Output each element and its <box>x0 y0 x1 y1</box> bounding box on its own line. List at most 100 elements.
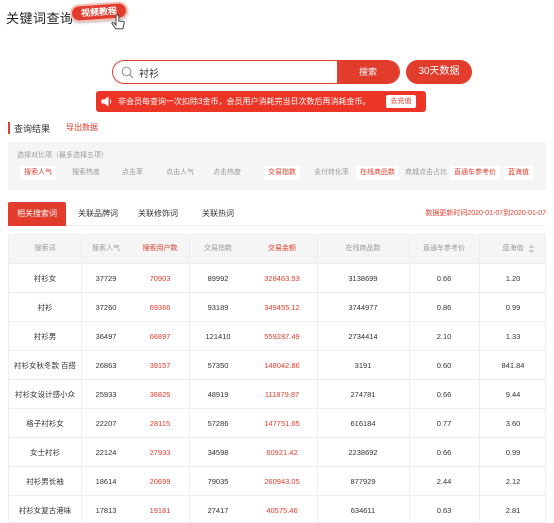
table-cell: 260943.05 <box>264 477 300 486</box>
search-bar: 搜索 <box>112 60 400 84</box>
table-cell: 70903 <box>149 274 171 283</box>
table-cell: 3744977 <box>348 303 378 312</box>
notice-banner: 非会员每查询一次扣除3金币，会员用户消耗完当日次数后再消耗金币。 去充值 <box>96 91 426 112</box>
compare-chip[interactable]: 在线商品数 <box>356 166 399 180</box>
table-cell: 37729 <box>95 274 117 283</box>
export-data-link[interactable]: 导出数据 <box>66 122 98 133</box>
compare-chip[interactable]: 搜索人气 <box>20 166 56 180</box>
table-cell: 559287.49 <box>264 332 300 341</box>
hand-cursor-icon <box>111 14 125 30</box>
column-header[interactable]: 直通车参考价 <box>409 235 479 263</box>
table-cell: 48919 <box>207 390 229 399</box>
table-cell: 36825 <box>149 390 171 399</box>
compare-chips: 搜索人气 搜索热度 点击率 点击人气 点击热度 交易指数 支付转化率 在线商品数… <box>20 166 540 180</box>
table-cell: 121410 <box>205 332 231 341</box>
table-cell: 0.60 <box>436 361 452 370</box>
column-header[interactable]: 交易金额 <box>247 235 317 263</box>
table-cell: 2238692 <box>348 448 378 457</box>
table-row[interactable]: 女士衬衫 22124 27933 34598 60921.42 2238692 0.66 0.… <box>9 437 545 466</box>
compare-hint: 选择对比项（最多选择五项） <box>17 152 108 159</box>
keyword-table: 搜索词 搜索人气 搜索用户数 交易指数 交易金额 在线商品数 直通车参考价 蓝海… <box>8 234 546 523</box>
column-header[interactable]: 交易指数 <box>189 235 247 263</box>
table-row[interactable]: 衬衫 37260 69366 93189 349455.12 3744977 0.86 0.9… <box>9 292 545 321</box>
table-header: 搜索词 搜索人气 搜索用户数 交易指数 交易金额 在线商品数 直通车参考价 蓝海… <box>9 235 545 263</box>
table-cell: 37260 <box>95 303 117 312</box>
result-title: 查询结果 <box>14 124 51 134</box>
notice-text: 非会员每查询一次扣除3金币，会员用户消耗完当日次数后再消耗金币。 <box>118 97 371 106</box>
search-icon <box>121 66 134 79</box>
table-cell: 19181 <box>149 506 171 515</box>
table-cell: 0.99 <box>505 448 521 457</box>
table-cell: 3191 <box>354 361 372 370</box>
table-row[interactable]: 衬衫女设计感小众 25933 36825 48919 111879.87 274781 0.… <box>9 379 545 408</box>
table-cell: 27933 <box>149 448 171 457</box>
table-cell: 20699 <box>149 477 171 486</box>
column-divider <box>317 235 318 522</box>
keyword-cell: 衬衫女秋冬款 百搭 <box>13 361 77 370</box>
table-cell: 22207 <box>95 419 117 428</box>
table-row[interactable]: 格子衬衫女 22207 28115 57286 147751.65 616184 0.77 3… <box>9 408 545 437</box>
recharge-button[interactable]: 去充值 <box>386 95 416 108</box>
keyword-cell: 衬衫 <box>37 303 53 312</box>
table-cell: 39157 <box>149 361 171 370</box>
table-cell: 0.77 <box>436 419 452 428</box>
compare-chip[interactable]: 支付转化率 <box>310 166 353 180</box>
table-cell: 328463.53 <box>264 274 300 283</box>
table-row[interactable]: 衬衫女秋冬款 百搭 26863 39157 57350 148042.86 3191 0.6… <box>9 350 545 379</box>
compare-chip[interactable]: 直通车参考价 <box>450 166 500 180</box>
table-cell: 616184 <box>350 419 376 428</box>
table-row[interactable]: 衬衫女 37729 70903 89992 328463.53 3138699 0.66 1.… <box>9 263 545 292</box>
tab-brand-words[interactable]: 关联品牌词 <box>70 202 126 226</box>
column-header[interactable]: 搜索人气 <box>81 235 131 263</box>
column-header[interactable]: 在线商品数 <box>317 235 409 263</box>
table-cell: 2.44 <box>436 477 452 486</box>
table-row[interactable]: 衬衫男 36497 66897 121410 559287.49 2734414 2.10 1… <box>9 321 545 350</box>
tab-hot-words[interactable]: 关联热词 <box>190 202 246 226</box>
column-header[interactable]: 搜索词 <box>9 235 81 263</box>
keyword-cell: 衬衫女设计感小众 <box>15 390 75 399</box>
table-cell: 57350 <box>207 361 229 370</box>
table-cell: 349455.12 <box>264 303 300 312</box>
table-cell: 60921.42 <box>266 448 298 457</box>
compare-chip[interactable]: 点击率 <box>118 166 147 180</box>
table-row[interactable]: 衬衫男长袖 18614 20699 79035 260943.05 877929 2.44 2… <box>9 466 545 495</box>
table-cell: 274781 <box>350 390 376 399</box>
table-cell: 18614 <box>95 477 117 486</box>
table-cell: 2734414 <box>348 332 378 341</box>
table-cell: 2.12 <box>505 477 521 486</box>
sort-icon[interactable] <box>528 244 535 254</box>
compare-chip[interactable]: 商城点击占比 <box>401 166 451 180</box>
tab-related-search[interactable]: 相关搜索词 <box>8 202 66 226</box>
compare-chip[interactable]: 点击热度 <box>209 166 245 180</box>
table-cell: 27417 <box>207 506 229 515</box>
compare-chip[interactable]: 点击人气 <box>162 166 198 180</box>
thirty-day-data-button[interactable]: 30天数据 <box>406 60 472 84</box>
table-cell: 1.20 <box>505 274 521 283</box>
table-cell: 26863 <box>95 361 117 370</box>
column-header[interactable]: 蓝海值 <box>479 235 545 263</box>
page-title: 关键词查询 <box>6 11 74 26</box>
tab-modifier-words[interactable]: 关联修饰词 <box>130 202 186 226</box>
keyword-cell: 衬衫男长袖 <box>26 477 64 486</box>
keyword-cell: 衬衫女复古港味 <box>18 506 72 515</box>
table-cell: 147751.65 <box>264 419 300 428</box>
top-bar: 关键词查询 视频教程 <box>0 0 554 36</box>
table-cell: 2.10 <box>436 332 452 341</box>
table-cell: 34598 <box>207 448 229 457</box>
table-cell: 25933 <box>95 390 117 399</box>
compare-panel: 选择对比项（最多选择五项） 搜索人气 搜索热度 点击率 点击人气 点击热度 交易… <box>8 142 546 190</box>
search-input[interactable] <box>139 61 349 83</box>
keyword-cell: 女士衬衫 <box>30 448 60 457</box>
table-cell: 89992 <box>207 274 229 283</box>
compare-chip[interactable]: 搜索热度 <box>68 166 104 180</box>
search-button[interactable]: 搜索 <box>337 61 399 83</box>
table-cell: 148042.86 <box>264 361 300 370</box>
table-cell: 0.66 <box>436 448 452 457</box>
table-cell: 634611 <box>350 506 376 515</box>
table-cell: 79035 <box>207 477 229 486</box>
table-row[interactable]: 衬衫女复古港味 17813 19181 27417 40575.46 634611 0.63… <box>9 495 545 522</box>
column-header[interactable]: 搜索用户数 <box>131 235 189 263</box>
compare-chip[interactable]: 蓝海值 <box>504 166 533 180</box>
compare-chip[interactable]: 交易指数 <box>264 166 300 180</box>
table-cell: 28115 <box>149 419 171 428</box>
